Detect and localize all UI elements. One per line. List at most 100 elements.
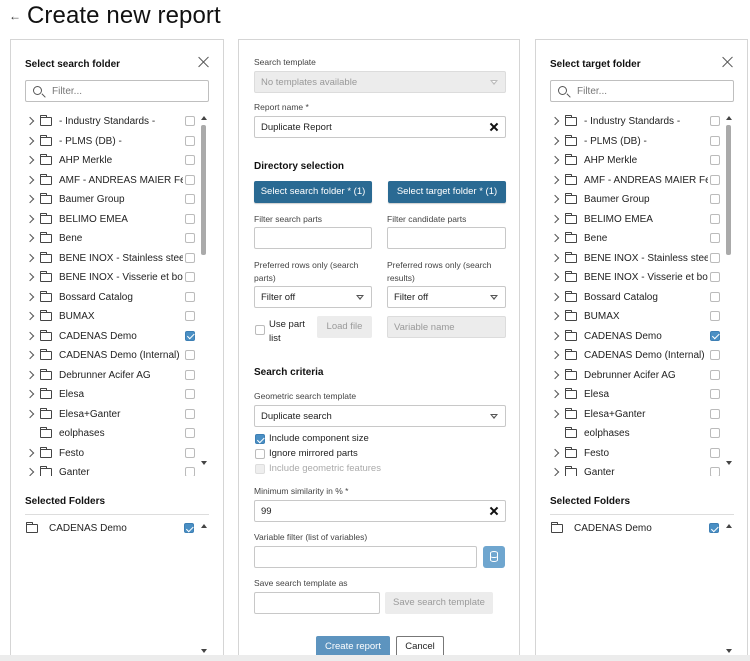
tree-item[interactable]: Festo xyxy=(11,445,211,464)
chevron-right-icon[interactable] xyxy=(25,175,35,184)
target-folder-filter[interactable] xyxy=(550,80,734,102)
tree-item[interactable]: BENE INOX - Stainless stee... xyxy=(536,250,736,269)
tree-item[interactable]: Ganter xyxy=(536,464,736,476)
tree-item[interactable]: Elesa xyxy=(11,386,211,405)
chevron-right-icon[interactable] xyxy=(25,448,35,457)
chevron-right-icon[interactable] xyxy=(550,409,560,418)
preferred-rows-search-select[interactable]: Filter off xyxy=(254,286,372,308)
select-search-folder-button[interactable]: Select search folder * (1) xyxy=(254,181,372,203)
chevron-right-icon[interactable] xyxy=(550,350,560,360)
chevron-right-icon[interactable] xyxy=(25,214,35,223)
tree-item[interactable]: Bene xyxy=(11,230,211,249)
close-icon[interactable] xyxy=(721,55,735,69)
tree-item[interactable]: eolphases xyxy=(11,425,211,444)
search-folder-filter-input[interactable] xyxy=(50,83,200,99)
save-search-template-button[interactable]: Save search template xyxy=(385,592,493,614)
tree-item-checkbox[interactable] xyxy=(185,116,195,126)
tree-item[interactable]: Elesa+Ganter xyxy=(11,406,211,425)
clear-icon[interactable] xyxy=(489,506,499,516)
scroll-down-icon[interactable] xyxy=(726,649,732,653)
scroll-up-icon[interactable] xyxy=(726,116,732,120)
tree-item-checkbox[interactable] xyxy=(185,291,195,302)
tree-item[interactable]: Baumer Group xyxy=(11,191,211,210)
tree-item[interactable]: AHP Merkle xyxy=(11,152,211,171)
tree-item[interactable]: BUMAX xyxy=(536,308,736,327)
chevron-right-icon[interactable] xyxy=(25,389,35,399)
tree-item-checkbox[interactable] xyxy=(710,291,720,302)
chevron-right-icon[interactable] xyxy=(550,116,560,126)
chevron-right-icon[interactable] xyxy=(550,311,560,321)
tree-item-checkbox[interactable] xyxy=(710,174,720,185)
chevron-right-icon[interactable] xyxy=(550,175,560,184)
tree-item[interactable]: - PLMS (DB) - xyxy=(11,133,211,152)
tree-item-checkbox[interactable] xyxy=(185,447,195,458)
scroll-down-icon[interactable] xyxy=(726,461,732,465)
horizontal-scrollbar[interactable] xyxy=(0,655,750,661)
tree-item-checkbox[interactable] xyxy=(185,194,195,204)
geometric-template-select[interactable]: Duplicate search xyxy=(254,405,506,427)
chevron-right-icon[interactable] xyxy=(25,116,35,126)
tree-item-checkbox[interactable] xyxy=(710,155,720,165)
tree-item-checkbox[interactable] xyxy=(185,369,195,380)
tree-item-checkbox[interactable] xyxy=(185,467,195,476)
scroll-up-icon[interactable] xyxy=(201,116,207,120)
target-folder-scrollbar[interactable] xyxy=(726,113,732,469)
tree-item-checkbox[interactable] xyxy=(185,233,195,243)
tree-item[interactable]: Debrunner Acifer AG xyxy=(536,367,736,386)
tree-item-checkbox[interactable] xyxy=(710,330,720,341)
scroll-up-icon[interactable] xyxy=(726,524,732,528)
chevron-right-icon[interactable] xyxy=(550,214,560,223)
scroll-thumb[interactable] xyxy=(726,125,731,255)
chevron-right-icon[interactable] xyxy=(550,194,560,204)
tree-item[interactable]: BELIMO EMEA xyxy=(11,211,211,230)
tree-item[interactable]: Ganter xyxy=(11,464,211,476)
tree-item[interactable]: Bossard Catalog xyxy=(11,289,211,308)
selected-folder-checkbox[interactable] xyxy=(184,523,194,533)
tree-item[interactable]: BENE INOX - Visserie et bo... xyxy=(11,269,211,288)
scroll-down-icon[interactable] xyxy=(201,649,207,653)
tree-item[interactable]: - Industry Standards - xyxy=(11,113,211,132)
tree-item[interactable]: AMF - ANDREAS MAIER Fe... xyxy=(536,172,736,191)
chevron-right-icon[interactable] xyxy=(550,155,560,165)
ignore-mirrored-parts-checkbox[interactable] xyxy=(255,449,265,459)
chevron-right-icon[interactable] xyxy=(550,292,560,301)
tree-item[interactable]: Elesa+Ganter xyxy=(536,406,736,425)
tree-item-checkbox[interactable] xyxy=(185,174,195,185)
tree-item-checkbox[interactable] xyxy=(710,350,720,360)
chevron-right-icon[interactable] xyxy=(25,253,35,262)
tree-item-checkbox[interactable] xyxy=(710,311,720,321)
chevron-right-icon[interactable] xyxy=(550,467,560,476)
tree-item[interactable]: BENE INOX - Stainless stee... xyxy=(11,250,211,269)
chevron-right-icon[interactable] xyxy=(25,194,35,204)
back-arrow-icon[interactable]: ← xyxy=(9,9,21,23)
chevron-right-icon[interactable] xyxy=(25,311,35,321)
tree-item-checkbox[interactable] xyxy=(185,428,195,438)
tree-item[interactable]: CADENAS Demo (Internal) xyxy=(536,347,736,366)
chevron-right-icon[interactable] xyxy=(25,136,35,145)
save-template-input[interactable] xyxy=(254,592,380,614)
select-target-folder-button[interactable]: Select target folder * (1) xyxy=(388,181,506,203)
chevron-right-icon[interactable] xyxy=(550,253,560,262)
tree-item-checkbox[interactable] xyxy=(185,272,195,282)
tree-item-checkbox[interactable] xyxy=(185,330,195,341)
tree-item[interactable]: Bossard Catalog xyxy=(536,289,736,308)
chevron-right-icon[interactable] xyxy=(25,155,35,165)
tree-item[interactable]: AMF - ANDREAS MAIER Fe... xyxy=(11,172,211,191)
tree-item-checkbox[interactable] xyxy=(710,252,720,263)
chevron-right-icon[interactable] xyxy=(25,467,35,476)
chevron-right-icon[interactable] xyxy=(25,272,35,282)
clear-icon[interactable] xyxy=(489,122,499,132)
search-folder-filter[interactable] xyxy=(25,80,209,102)
tree-item[interactable]: BENE INOX - Visserie et bo... xyxy=(536,269,736,288)
tree-item-checkbox[interactable] xyxy=(710,447,720,458)
chevron-right-icon[interactable] xyxy=(550,136,560,145)
tree-item-checkbox[interactable] xyxy=(710,428,720,438)
tree-item[interactable]: Baumer Group xyxy=(536,191,736,210)
tree-item-checkbox[interactable] xyxy=(710,369,720,380)
variable-filter-input[interactable] xyxy=(254,546,477,568)
report-name-input[interactable]: Duplicate Report xyxy=(254,116,506,138)
tree-item-checkbox[interactable] xyxy=(185,135,195,146)
filter-candidate-parts-input[interactable] xyxy=(387,227,506,249)
tree-item-checkbox[interactable] xyxy=(710,408,720,419)
selected-folder-checkbox[interactable] xyxy=(709,523,719,533)
